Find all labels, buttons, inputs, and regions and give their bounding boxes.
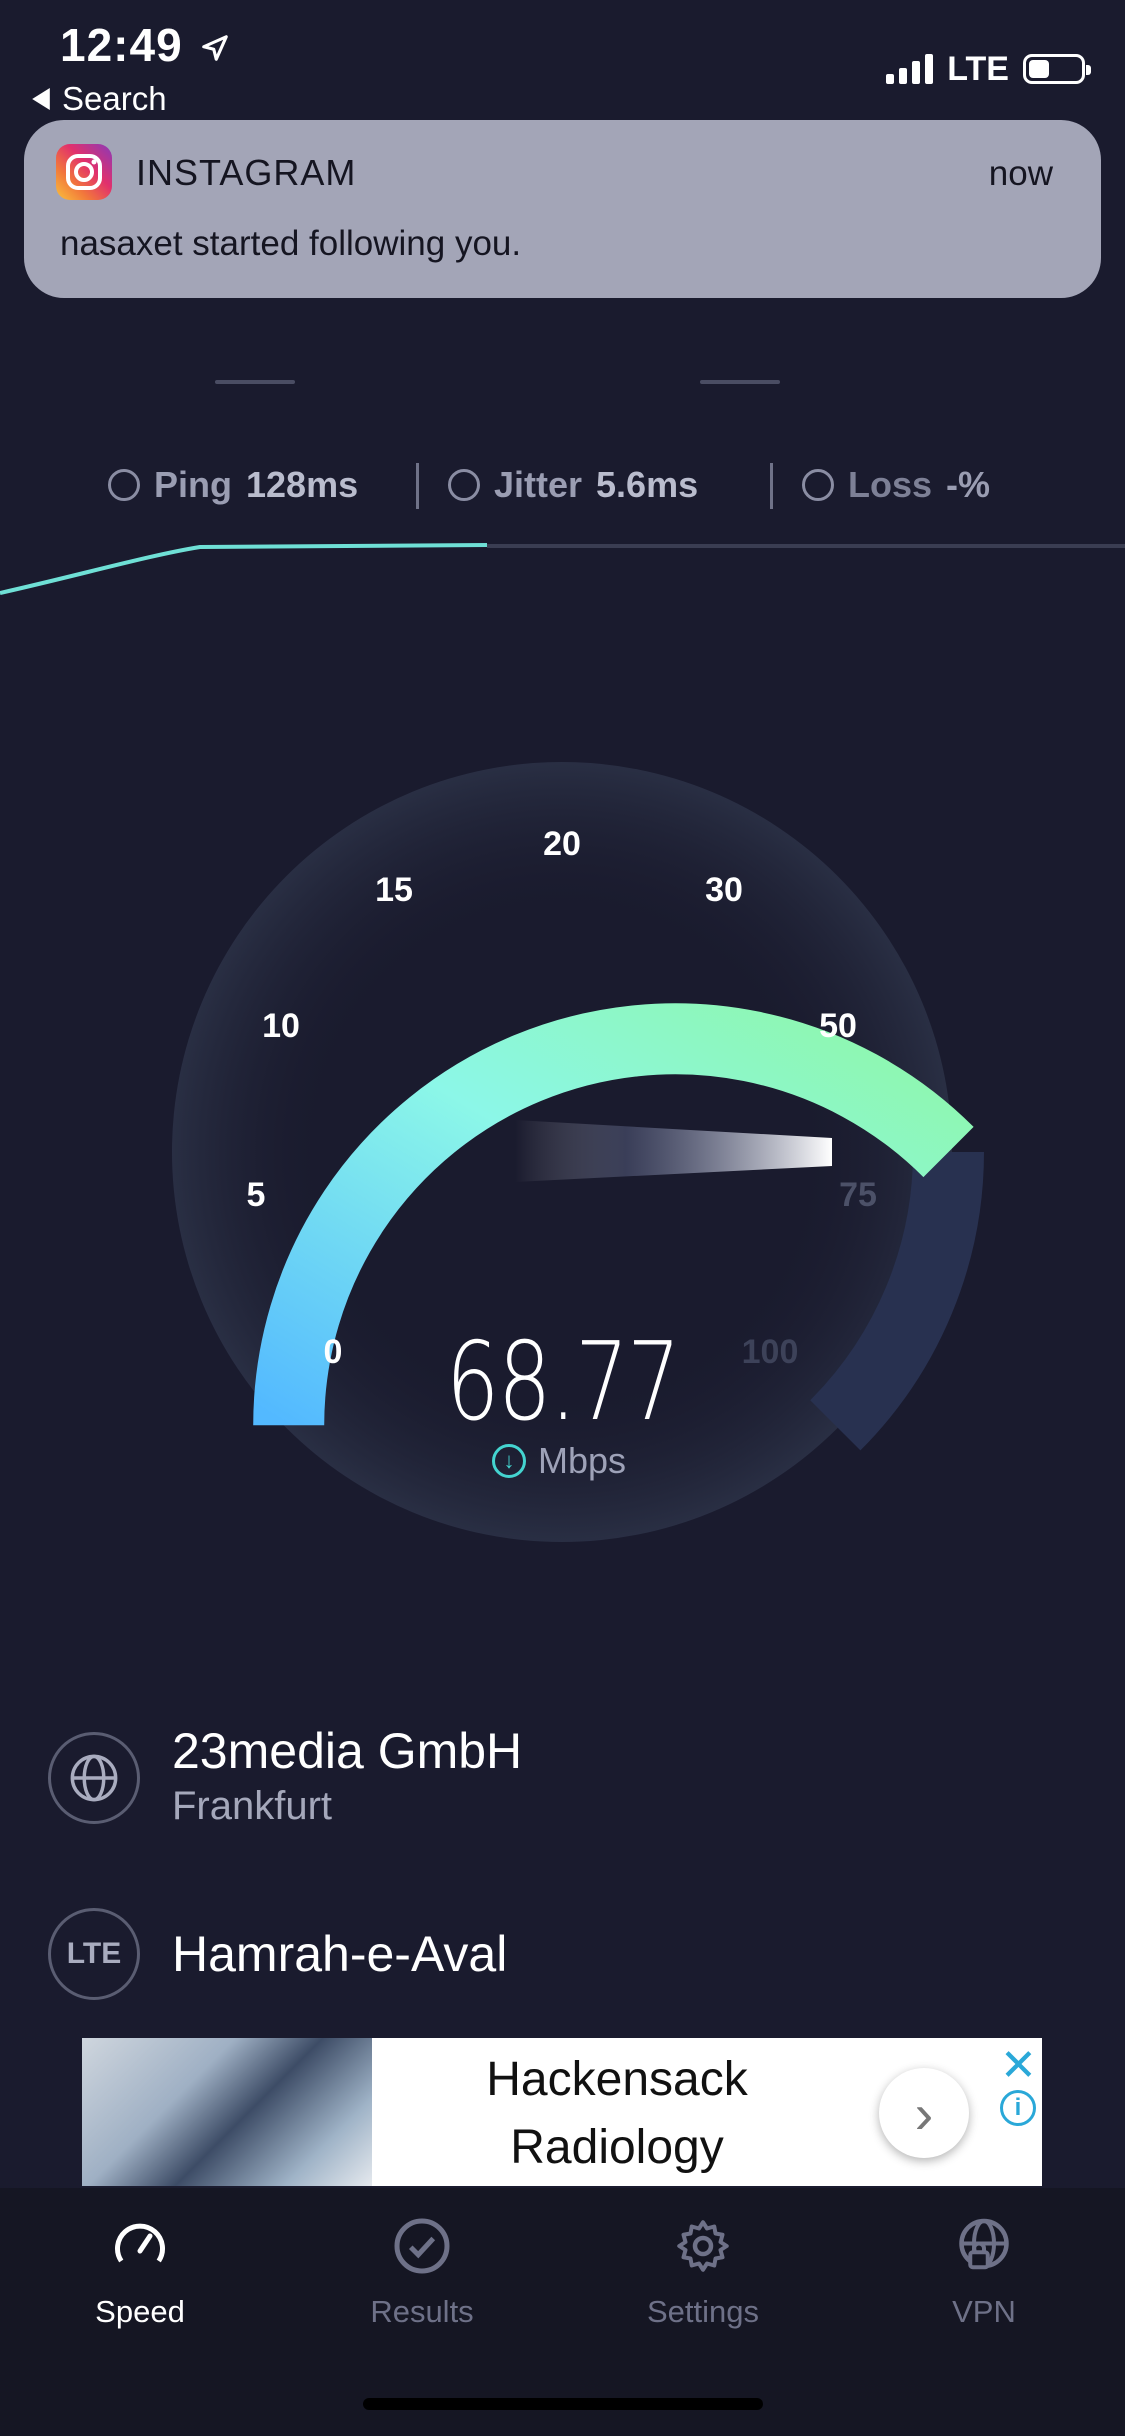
- speedometer-gauge: 0 5 10 15 20 30 50 75 100: [0, 543, 1125, 1542]
- ad-info-icon[interactable]: i: [1000, 2090, 1036, 2126]
- speedometer-icon: [115, 2223, 165, 2263]
- tick-label: 75: [839, 1176, 877, 1214]
- lte-badge-icon: LTE: [48, 1908, 140, 2000]
- server-city[interactable]: Frankfurt: [172, 1784, 332, 1829]
- ad-headline: Hackensack Radiology: [486, 2053, 748, 2174]
- tick-label: 20: [543, 825, 581, 863]
- checkmark-circle-icon: [394, 2218, 450, 2274]
- ad-close-icon[interactable]: ✕: [1000, 2040, 1037, 2091]
- tick-label: 10: [262, 1007, 300, 1045]
- download-progress-line: [0, 543, 488, 595]
- ad-chevron-right-icon[interactable]: ›: [879, 2068, 969, 2158]
- tab-results[interactable]: Results: [322, 2216, 522, 2330]
- speed-value: 68.77: [445, 1320, 681, 1445]
- gear-icon: [677, 2220, 729, 2272]
- globe-lock-icon: [959, 2218, 1009, 2270]
- tick-label: 30: [705, 871, 743, 909]
- download-arrow-icon: ↓: [492, 1444, 526, 1478]
- advertisement-banner[interactable]: Hackensack Radiology › ✕ i: [82, 2038, 1042, 2186]
- tick-label: 5: [247, 1176, 266, 1214]
- tick-label: 15: [375, 871, 413, 909]
- server-name[interactable]: 23media GmbH: [172, 1722, 522, 1780]
- globe-icon: [48, 1732, 140, 1824]
- tab-settings[interactable]: Settings: [603, 2216, 803, 2330]
- tab-vpn[interactable]: VPN: [884, 2216, 1084, 2330]
- ad-image: [82, 2038, 372, 2186]
- tab-speed[interactable]: Speed: [40, 2216, 240, 2330]
- home-indicator: [363, 2398, 763, 2410]
- tick-label: 50: [819, 1007, 857, 1045]
- carrier-name: Hamrah-e-Aval: [172, 1926, 508, 1982]
- speed-unit: ↓ Mbps: [492, 1440, 626, 1482]
